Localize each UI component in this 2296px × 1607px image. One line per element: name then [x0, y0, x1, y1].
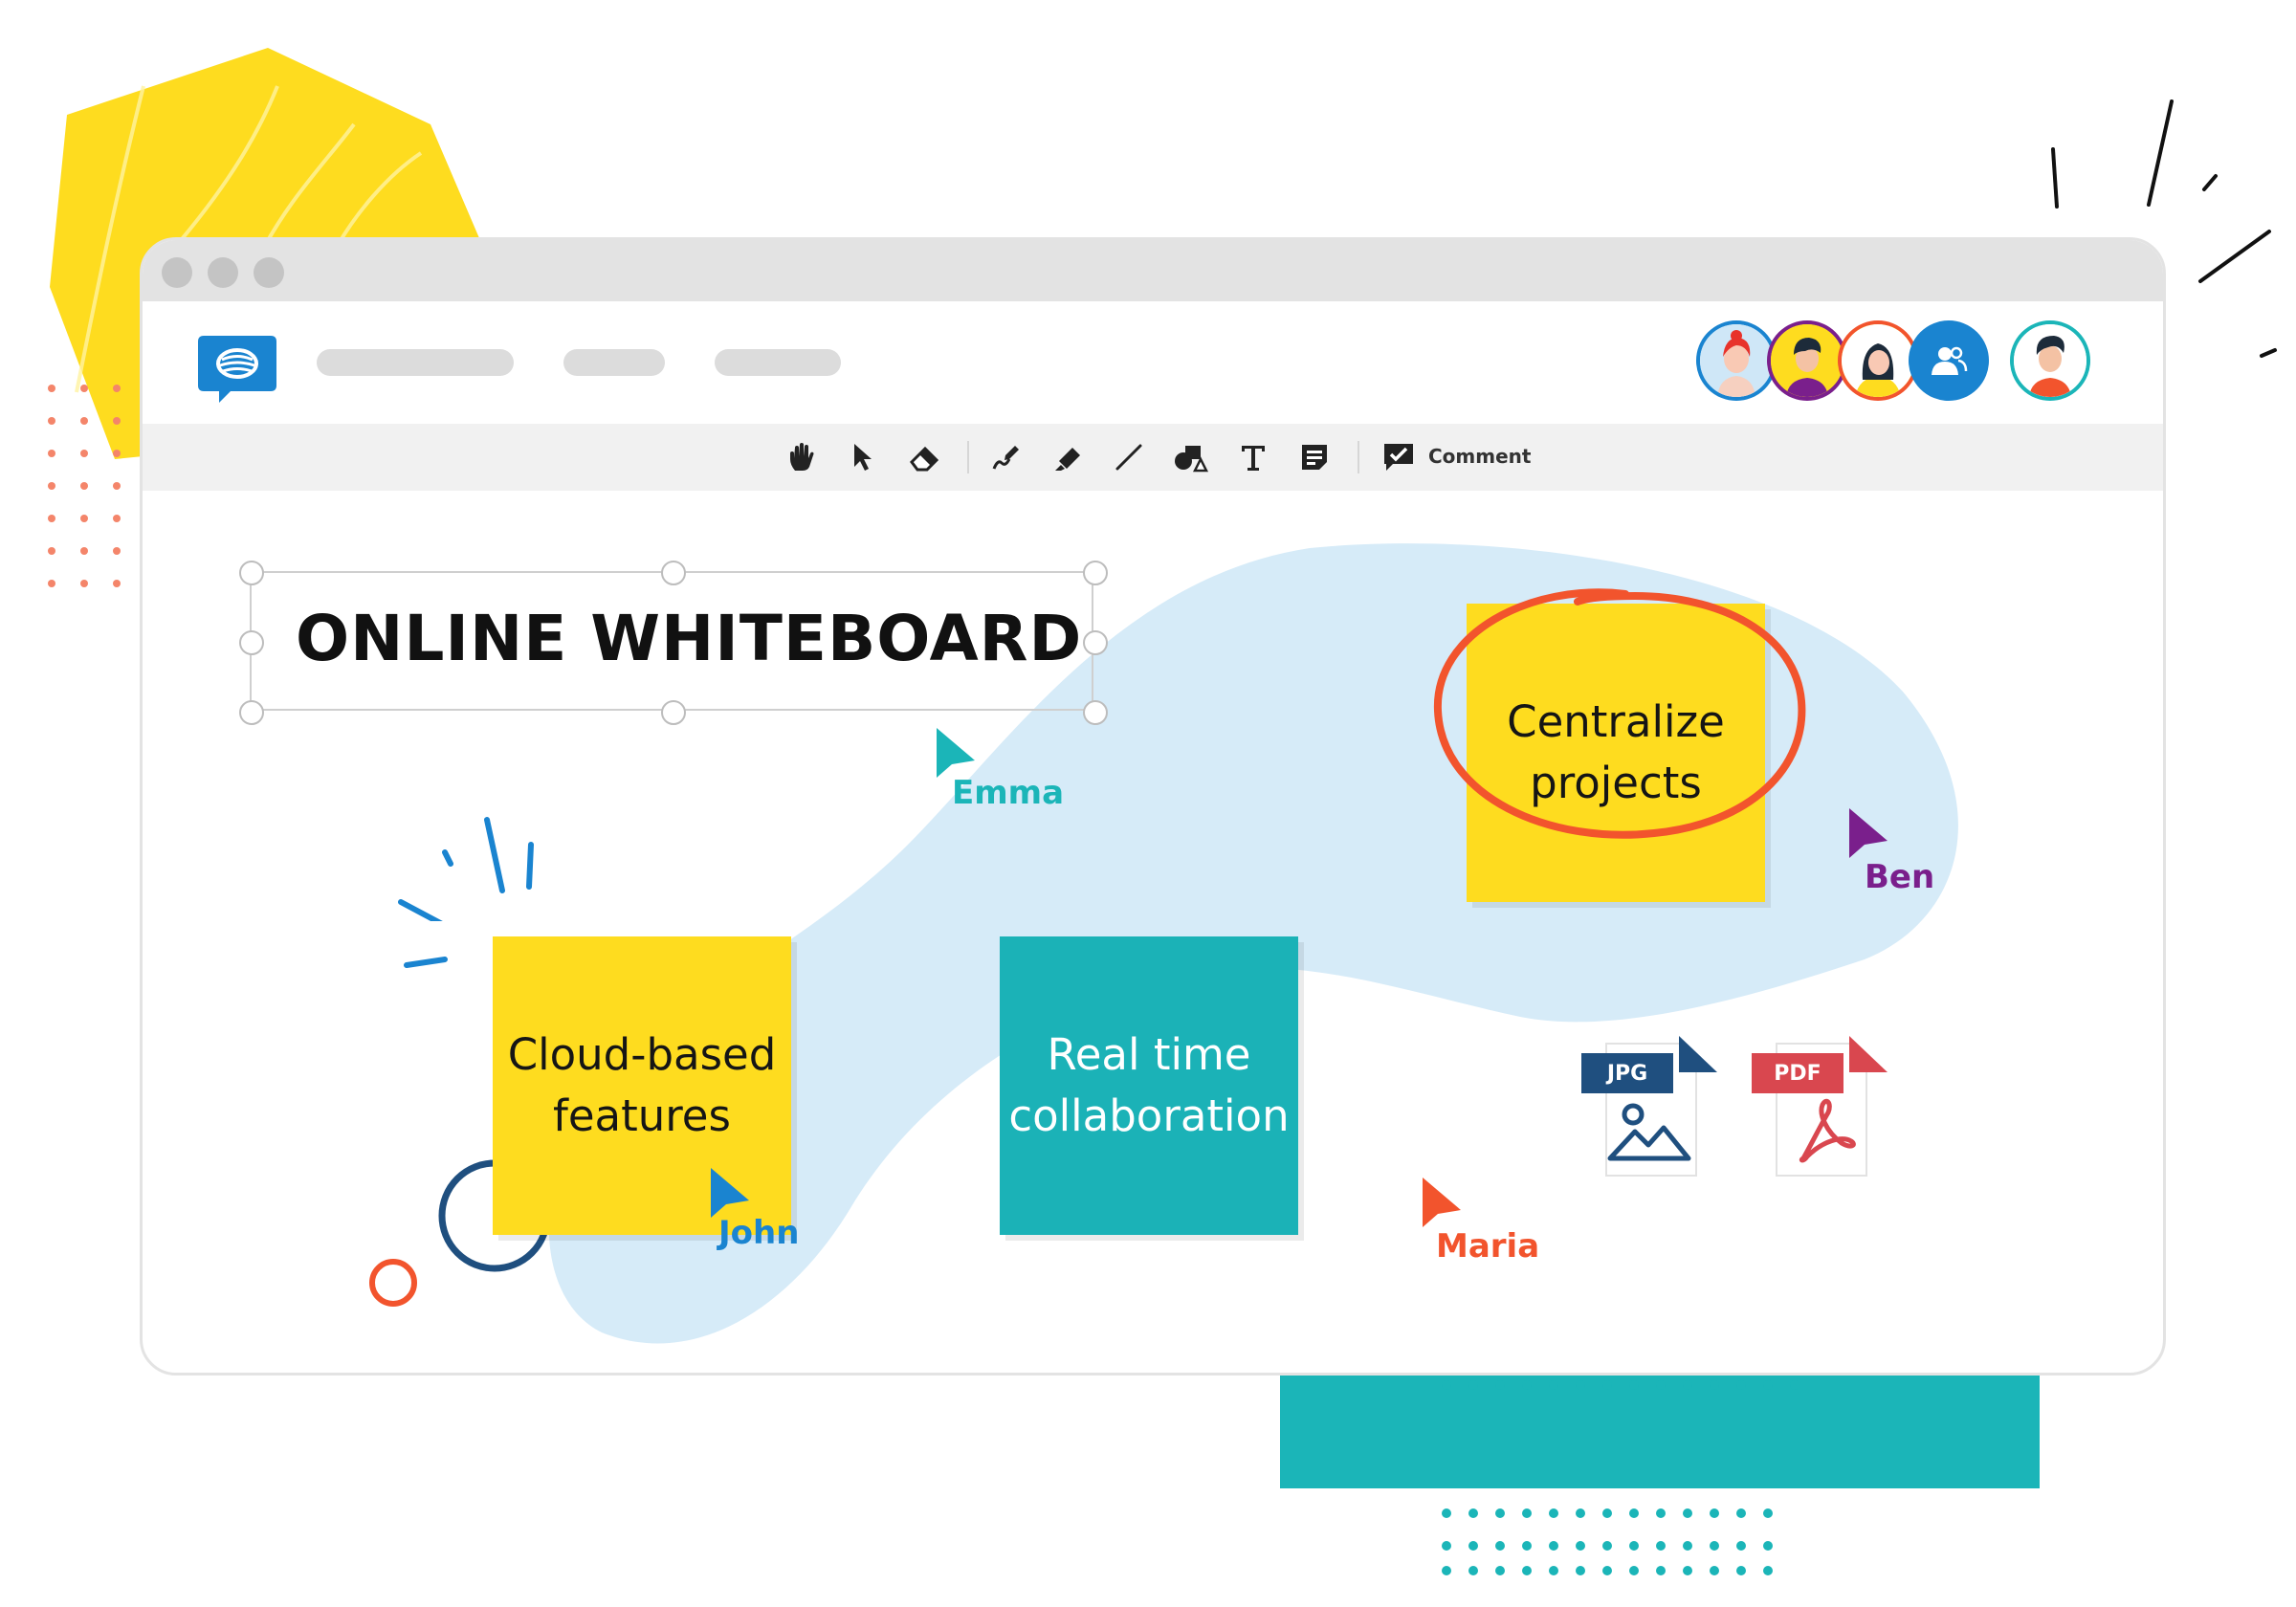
hand-icon[interactable] [782, 437, 822, 477]
person-icon [2014, 324, 2086, 397]
orange-dots-decoration [48, 385, 121, 587]
app-header [143, 301, 2163, 424]
resize-handle[interactable] [239, 700, 264, 725]
avatar-self[interactable] [2010, 320, 2090, 401]
whiteboard-title: ONLINE WHITEBOARD [296, 602, 1083, 675]
sticky-note-realtime[interactable]: Real time collaboration [1000, 936, 1298, 1235]
avatar-man[interactable] [1767, 320, 1847, 401]
burst-lines-decoration [398, 817, 534, 921]
eraser-icon[interactable] [904, 437, 944, 477]
highlighter-icon[interactable] [1048, 437, 1088, 477]
emma-cursor-icon [937, 728, 975, 778]
cursor-label-emma: Emma [952, 774, 1065, 812]
browser-window: Comment ONLINE WHITEBOARD Cloud-based fe… [140, 237, 2166, 1376]
avatar-red-hair[interactable] [1696, 320, 1777, 401]
cursor-label-maria: Maria [1436, 1227, 1540, 1266]
jpg-file-icon[interactable]: JPG [1581, 1036, 1734, 1179]
note-line: collaboration [1008, 1090, 1290, 1141]
window-control-dot[interactable] [254, 257, 284, 288]
window-control-dot[interactable] [208, 257, 238, 288]
users-icon [1932, 346, 1968, 375]
john-cursor-icon [711, 1168, 749, 1218]
teal-dots-decoration [1442, 1380, 1799, 1575]
file-type-label: PDF [1774, 1061, 1821, 1086]
resize-handle[interactable] [239, 561, 264, 585]
file-type-label: JPG [1606, 1061, 1648, 1086]
pen-icon[interactable] [984, 437, 1025, 477]
ben-cursor-icon [1849, 808, 1888, 858]
title-text-box[interactable]: ONLINE WHITEBOARD [239, 561, 1108, 725]
resize-handle[interactable] [1083, 561, 1108, 585]
shapes-icon[interactable] [1170, 437, 1210, 477]
pointer-icon[interactable] [843, 437, 883, 477]
pdf-file-icon[interactable]: PDF [1746, 1036, 1899, 1179]
nav-placeholder[interactable] [317, 349, 514, 376]
participants-icon[interactable] [1909, 320, 1989, 401]
resize-handle[interactable] [661, 700, 686, 725]
window-titlebar [143, 240, 2163, 301]
app-logo-icon[interactable] [198, 336, 276, 403]
note-line: features [553, 1090, 731, 1141]
nav-placeholder[interactable] [715, 349, 841, 376]
person-icon [1771, 324, 1843, 397]
resize-handle[interactable] [661, 561, 686, 585]
person-icon [1700, 324, 1773, 397]
window-control-dot[interactable] [162, 257, 192, 288]
nav-placeholder[interactable] [563, 349, 665, 376]
toolbar-divider [1358, 441, 1359, 473]
resize-handle[interactable] [239, 630, 264, 655]
toolbar-divider [967, 441, 969, 473]
cursor-label-john: John [718, 1214, 800, 1252]
note-line: Real time [1047, 1029, 1251, 1080]
comment-button-label[interactable]: Comment [1428, 445, 1531, 468]
cursor-label-ben: Ben [1865, 858, 1935, 896]
red-circle-annotation[interactable] [1415, 567, 1817, 864]
text-icon[interactable] [1233, 437, 1273, 477]
resize-handle[interactable] [1083, 700, 1108, 725]
person-icon [1842, 324, 1914, 397]
whiteboard-canvas[interactable]: ONLINE WHITEBOARD Cloud-based features Re… [143, 491, 2163, 1373]
dash-decoration [404, 957, 448, 968]
note-line: Cloud-based [507, 1029, 777, 1080]
drawing-toolbar: Comment [143, 424, 2163, 491]
avatar-woman[interactable] [1838, 320, 1918, 401]
circle-decoration [369, 1259, 417, 1307]
maria-cursor-icon [1423, 1178, 1461, 1227]
sticky-note-icon[interactable] [1294, 437, 1335, 477]
comment-icon[interactable] [1379, 437, 1419, 477]
line-icon[interactable] [1109, 437, 1149, 477]
resize-handle[interactable] [1083, 630, 1108, 655]
